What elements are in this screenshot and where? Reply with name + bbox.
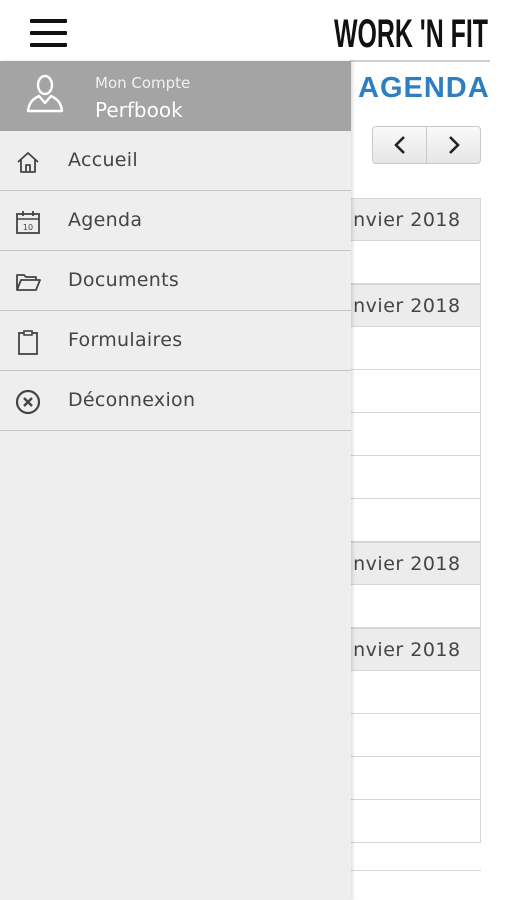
- account-label: Mon Compte: [95, 74, 191, 92]
- menu-item-formulaires[interactable]: Formulaires: [0, 311, 351, 371]
- user-icon: [26, 74, 64, 113]
- side-drawer: Mon Compte Perfbook Accueil 10 Agenda Do…: [0, 61, 351, 900]
- menu-item-label: Déconnexion: [68, 389, 196, 411]
- hamburger-menu-icon[interactable]: [30, 19, 67, 47]
- account-name: Perfbook: [95, 98, 183, 122]
- menu-item-label: Accueil: [68, 149, 138, 171]
- home-icon: [17, 152, 39, 173]
- menu-item-label: Agenda: [68, 209, 143, 231]
- clipboard-icon: [18, 330, 38, 355]
- header-divider: [350, 60, 490, 62]
- menu-item-label: Documents: [68, 269, 180, 291]
- svg-text:10: 10: [23, 223, 33, 232]
- prev-button[interactable]: [373, 127, 426, 163]
- menu-item-deconnexion[interactable]: Déconnexion: [0, 371, 351, 431]
- date-nav-group: [372, 126, 481, 164]
- chevron-left-icon: [393, 136, 405, 154]
- account-header[interactable]: Mon Compte Perfbook: [0, 61, 351, 131]
- svg-text:WORK 'N FIT: WORK 'N FIT: [334, 12, 488, 54]
- folder-icon: [16, 274, 41, 291]
- work-n-fit-logo: WORK 'N FIT: [334, 12, 488, 54]
- page-title: AGENDA: [358, 72, 490, 104]
- next-button[interactable]: [426, 127, 480, 163]
- menu-item-agenda[interactable]: 10 Agenda: [0, 191, 351, 251]
- calendar-icon: 10: [16, 211, 40, 234]
- top-bar: WORK 'N FIT: [0, 0, 507, 62]
- close-circle-icon: [15, 389, 41, 415]
- menu-item-documents[interactable]: Documents: [0, 251, 351, 311]
- menu-item-accueil[interactable]: Accueil: [0, 131, 351, 191]
- menu-item-label: Formulaires: [68, 329, 183, 351]
- chevron-right-icon: [448, 136, 460, 154]
